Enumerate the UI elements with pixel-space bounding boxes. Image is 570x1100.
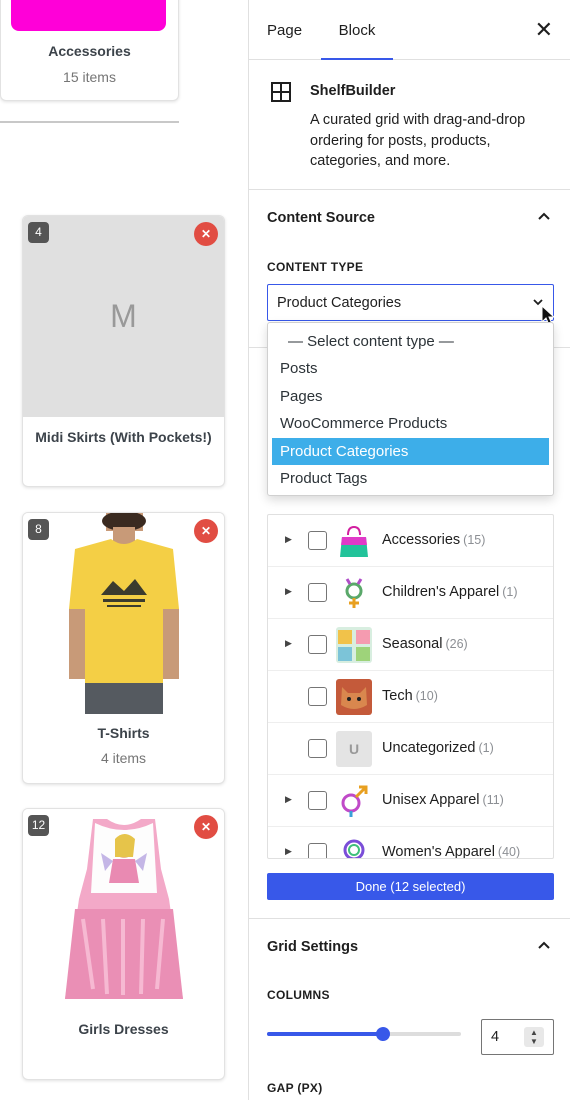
block-settings-panel: Page Block ✕ ShelfBuilder A curated grid…: [248, 0, 570, 1100]
grid-settings-section: Grid Settings COLUMNS GAP (PX): [249, 919, 570, 1100]
option-product-tags[interactable]: Product Tags: [272, 465, 549, 492]
list-item[interactable]: ▶ Women's Apparel (40): [268, 827, 553, 859]
content-type-dropdown: — Select content type — Posts Pages WooC…: [267, 322, 554, 496]
list-item[interactable]: ▶ Unisex Apparel (11): [268, 775, 553, 827]
option-product-categories[interactable]: Product Categories: [272, 438, 549, 465]
section-title[interactable]: Content Source: [267, 210, 375, 226]
term-checkbox[interactable]: [308, 635, 327, 654]
option-pages[interactable]: Pages: [272, 383, 549, 410]
list-item[interactable]: U Uncategorized (1): [268, 723, 553, 775]
list-item[interactable]: Tech (10): [268, 671, 553, 723]
grid-icon: [271, 82, 291, 102]
card-title: T-Shirts: [97, 725, 150, 741]
gender-symbol-icon: [336, 783, 372, 819]
grid-card-t-shirts[interactable]: 8 ✕ T-Shirts 4 items: [22, 512, 225, 784]
tab-block[interactable]: Block: [321, 0, 393, 60]
option-posts[interactable]: Posts: [272, 355, 549, 382]
grid-card-girls-dresses[interactable]: 12 ✕ Girls Dresses: [22, 808, 225, 1080]
term-name: Tech (10): [382, 688, 438, 704]
list-item[interactable]: ▶ Children's Apparel (1): [268, 567, 553, 619]
spinner-icon[interactable]: ▲ ▼: [524, 1027, 544, 1047]
card-title: Girls Dresses: [78, 1021, 169, 1037]
remove-button[interactable]: ✕: [194, 519, 218, 543]
expand-arrow-icon[interactable]: ▶: [285, 638, 292, 649]
slider-fill: [267, 1032, 383, 1036]
done-button[interactable]: Done (12 selected): [267, 873, 554, 900]
editor-canvas: Accessories 15 items M 4 ✕ Midi Skirts (…: [0, 0, 248, 1100]
cat-icon: [336, 679, 372, 715]
tshirt-image: [23, 513, 224, 714]
dress-image: [23, 809, 224, 1010]
poster-icon: [336, 627, 372, 663]
slider-handle[interactable]: [376, 1027, 390, 1041]
term-name: Accessories (15): [382, 532, 486, 548]
chevron-up-icon[interactable]: [537, 937, 551, 953]
position-badge: 12: [28, 815, 49, 836]
columns-number-input[interactable]: 4 ▲ ▼: [481, 1019, 554, 1055]
card-item-count: 4 items: [100, 750, 147, 766]
columns-label: COLUMNS: [267, 988, 330, 1002]
card-item-count: 15 items: [63, 69, 116, 85]
bag-icon: [336, 523, 372, 559]
select-value: Product Categories: [277, 295, 402, 311]
option-placeholder[interactable]: — Select content type —: [280, 328, 549, 355]
grid-card-accessories[interactable]: Accessories 15 items: [0, 0, 179, 101]
list-item[interactable]: ▶ Accessories (15): [268, 515, 553, 567]
expand-arrow-icon[interactable]: ▶: [285, 586, 292, 597]
card-placeholder-image: M: [23, 216, 224, 417]
category-tree: ▶ Accessories (15) ▶ Children's Apparel (1…: [267, 514, 554, 859]
card-title: Midi Skirts (With Pockets!): [35, 429, 212, 445]
term-checkbox[interactable]: [308, 531, 327, 550]
columns-slider[interactable]: [267, 1027, 461, 1041]
expand-arrow-icon[interactable]: ▶: [285, 794, 292, 805]
term-checkbox[interactable]: [308, 739, 327, 758]
term-name: Unisex Apparel (11): [382, 792, 504, 808]
term-checkbox[interactable]: [308, 687, 327, 706]
content-type-label: CONTENT TYPE: [267, 260, 364, 274]
term-checkbox[interactable]: [308, 843, 327, 858]
remove-button[interactable]: ✕: [194, 222, 218, 246]
card-title: Accessories: [48, 43, 131, 59]
letter-avatar: U: [336, 731, 372, 767]
term-checkbox[interactable]: [308, 583, 327, 602]
tab-page[interactable]: Page: [267, 0, 302, 60]
gender-symbol-icon: [336, 835, 372, 858]
list-item[interactable]: ▶ Seasonal (26): [268, 619, 553, 671]
expand-arrow-icon[interactable]: ▶: [285, 534, 292, 545]
expand-arrow-icon[interactable]: ▶: [285, 846, 292, 857]
grid-card-midi-skirts[interactable]: M 4 ✕ Midi Skirts (With Pockets!): [22, 215, 225, 487]
position-badge: 8: [28, 519, 49, 540]
term-checkbox[interactable]: [308, 791, 327, 810]
block-name: ShelfBuilder: [310, 83, 396, 99]
position-badge: 4: [28, 222, 49, 243]
gender-symbol-icon: [336, 575, 372, 611]
close-icon[interactable]: ✕: [535, 18, 553, 42]
term-name: Children's Apparel (1): [382, 584, 518, 600]
term-name: Women's Apparel (40): [382, 844, 521, 859]
term-name: Uncategorized (1): [382, 740, 494, 756]
placeholder-letter: M: [110, 298, 137, 334]
option-woocommerce-products[interactable]: WooCommerce Products: [272, 410, 549, 437]
remove-button[interactable]: ✕: [194, 815, 218, 839]
chevron-up-icon[interactable]: [537, 208, 551, 224]
content-type-select[interactable]: Product Categories: [267, 284, 556, 326]
divider: [0, 121, 179, 123]
panel-tabs: Page Block ✕: [249, 0, 570, 60]
number-value: 4: [491, 1029, 500, 1045]
term-name: Seasonal (26): [382, 636, 468, 652]
section-title[interactable]: Grid Settings: [267, 939, 358, 955]
block-description: A curated grid with drag-and-drop orderi…: [310, 112, 526, 169]
block-card: ShelfBuilder A curated grid with drag-an…: [249, 60, 570, 190]
gap-label: GAP (PX): [267, 1081, 323, 1095]
accessories-image: [11, 0, 166, 31]
